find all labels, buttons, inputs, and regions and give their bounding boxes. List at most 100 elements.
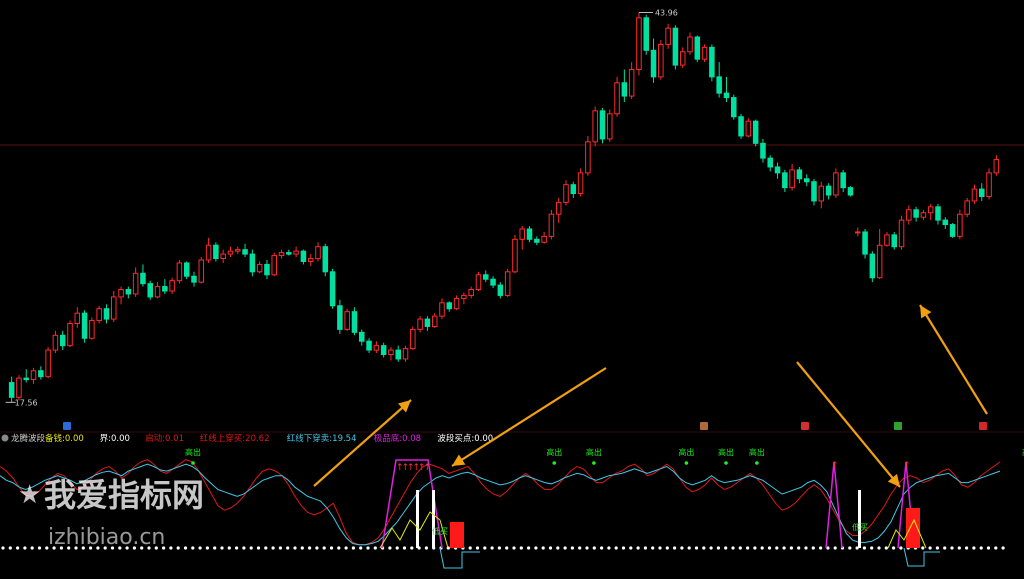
candle-body bbox=[993, 159, 1000, 174]
candle-body bbox=[81, 312, 88, 339]
baseline-dot bbox=[359, 546, 363, 550]
baseline-dot bbox=[614, 546, 618, 550]
candle-body bbox=[351, 311, 358, 333]
candle bbox=[658, 39, 664, 80]
baseline-dot bbox=[950, 546, 954, 550]
baseline-dot bbox=[716, 546, 721, 550]
candle bbox=[891, 231, 897, 250]
candle-body bbox=[979, 188, 985, 197]
candle-body bbox=[431, 315, 438, 327]
baseline-dot bbox=[629, 546, 633, 550]
date-marker bbox=[979, 422, 987, 430]
annotation-label: 高出 bbox=[749, 447, 765, 457]
candle-body bbox=[731, 97, 737, 118]
candle-body bbox=[986, 172, 992, 197]
candle bbox=[636, 12, 642, 76]
baseline-dot bbox=[337, 546, 341, 550]
candle bbox=[862, 228, 868, 259]
candle-body bbox=[8, 382, 15, 398]
candle-body bbox=[315, 246, 321, 260]
annotation-dot bbox=[684, 461, 689, 465]
annotation-dot bbox=[724, 461, 728, 465]
baseline-dot bbox=[308, 546, 312, 550]
candle bbox=[577, 168, 584, 197]
baseline-dot bbox=[249, 546, 253, 550]
baseline-dot bbox=[23, 546, 27, 550]
baseline-dot bbox=[986, 546, 991, 550]
candle-body bbox=[913, 209, 919, 218]
candle-body bbox=[526, 228, 533, 240]
baseline-dot bbox=[680, 546, 684, 550]
baseline-dot bbox=[585, 546, 589, 550]
baseline-dot bbox=[600, 546, 604, 550]
candle-body bbox=[811, 181, 817, 202]
candle-body bbox=[235, 249, 241, 252]
candle bbox=[89, 317, 95, 340]
candle-body bbox=[468, 289, 474, 296]
baseline-dot bbox=[651, 546, 655, 550]
candle bbox=[81, 310, 88, 343]
candle-body bbox=[344, 311, 350, 330]
candle-body bbox=[191, 275, 197, 283]
candle-body bbox=[52, 334, 59, 351]
baseline-dot bbox=[921, 546, 925, 550]
candle bbox=[592, 106, 598, 147]
buy-arrow-icon: ↑ bbox=[831, 461, 839, 471]
baseline-dot bbox=[329, 546, 334, 550]
candle bbox=[672, 25, 679, 70]
candle bbox=[96, 305, 102, 324]
baseline-dot bbox=[738, 546, 742, 550]
candle-body bbox=[862, 231, 868, 255]
candle-body bbox=[220, 253, 226, 260]
candle-body bbox=[380, 345, 387, 356]
candle-body bbox=[658, 43, 664, 78]
baseline-dot bbox=[293, 546, 297, 550]
candle-body bbox=[694, 36, 701, 60]
baseline-dot bbox=[643, 546, 648, 550]
candle bbox=[410, 326, 416, 351]
candle-body bbox=[701, 46, 708, 60]
candle-body bbox=[337, 305, 343, 330]
candle-body bbox=[716, 76, 722, 94]
indicator-value: 备钱:0.00 bbox=[45, 433, 84, 444]
baseline-dot bbox=[242, 546, 246, 550]
candle bbox=[198, 257, 205, 284]
candle-body bbox=[869, 253, 876, 279]
candle bbox=[585, 135, 591, 176]
candle-body bbox=[884, 234, 890, 246]
baseline-dot bbox=[475, 546, 480, 550]
max-price-label: 43.96 bbox=[655, 8, 678, 17]
signal-white-bar bbox=[432, 490, 435, 548]
candle-body bbox=[541, 235, 547, 243]
signal-white-bar bbox=[416, 490, 419, 548]
baseline-dot bbox=[804, 546, 808, 550]
candle-body bbox=[621, 82, 628, 97]
candle bbox=[847, 186, 854, 197]
baseline-dot bbox=[607, 546, 611, 550]
date-marker bbox=[801, 422, 809, 430]
candle-body bbox=[213, 244, 219, 260]
date-marker bbox=[63, 422, 71, 430]
candle-body bbox=[227, 250, 234, 255]
candle bbox=[271, 252, 277, 277]
candle-body bbox=[154, 286, 161, 298]
candle-body bbox=[23, 377, 29, 381]
candle-body bbox=[957, 213, 963, 237]
baseline-dot bbox=[490, 546, 494, 550]
candle bbox=[475, 271, 482, 292]
indicator-value: 红线上穿买:20.62 bbox=[200, 433, 270, 444]
candle-body bbox=[490, 278, 496, 286]
baseline-dot bbox=[169, 546, 173, 550]
candle-body bbox=[461, 294, 467, 299]
baseline-dot bbox=[957, 546, 961, 550]
candle-body bbox=[614, 82, 620, 115]
indicator-menu-icon[interactable] bbox=[1, 434, 9, 442]
candle-body bbox=[920, 212, 927, 218]
stock-chart[interactable]: 43.96 17.56 龙腾波段 备钱:0.00 界:0.00 启动:0.01 红线上穿… bbox=[0, 0, 1024, 579]
candle-body bbox=[475, 274, 482, 291]
annotation-label: 高出 bbox=[546, 447, 562, 457]
indicator-value: 波段买点:0.00 bbox=[437, 433, 493, 444]
baseline-dot bbox=[702, 546, 706, 550]
candle-body bbox=[855, 231, 861, 234]
candle-body bbox=[723, 92, 730, 99]
